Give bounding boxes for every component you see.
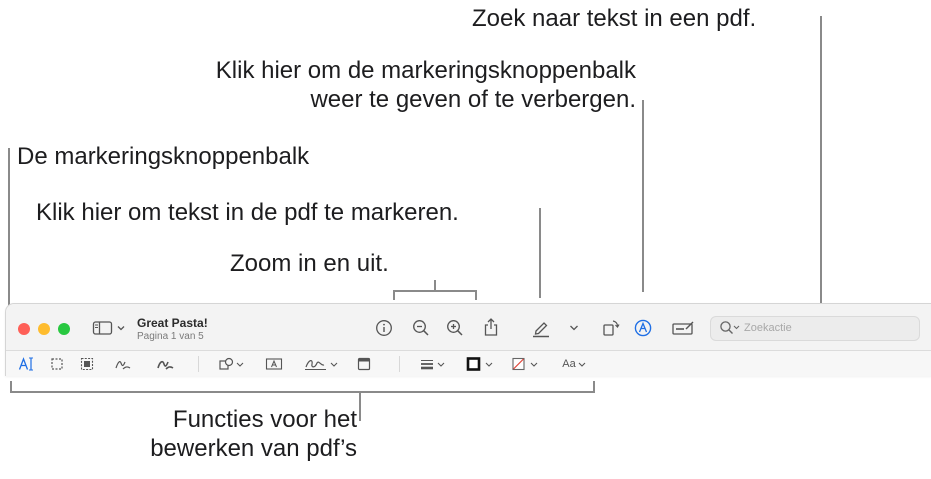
- note-tool[interactable]: [356, 356, 372, 372]
- info-icon: [375, 319, 393, 337]
- chevron-down-icon: [569, 324, 579, 332]
- callout-markup-toolbar: De markeringsknoppenbalk: [17, 143, 310, 170]
- leader-toggle-markup: [642, 100, 644, 292]
- rect-selection-icon: [50, 357, 64, 371]
- sign-icon: [304, 357, 340, 371]
- border-color-icon: [465, 357, 497, 371]
- zoom-out-button[interactable]: [411, 318, 431, 338]
- title-bar: Great Pasta! Pagina 1 van 5 Zoekactie: [6, 304, 931, 351]
- sidebar-icon: [92, 320, 128, 336]
- instant-alpha-tool[interactable]: [79, 356, 95, 372]
- callout-search: Zoek naar tekst in een pdf.: [472, 5, 757, 32]
- form-fill-icon: [671, 319, 695, 337]
- instant-alpha-icon: [80, 357, 94, 371]
- search-placeholder: Zoekactie: [744, 322, 792, 334]
- markup-toolbar: Aa: [6, 351, 931, 376]
- border-color-button[interactable]: [465, 356, 497, 372]
- rotate-icon: [601, 318, 621, 338]
- leader-zoom-right: [475, 290, 477, 300]
- search-icon: [719, 320, 741, 336]
- share-button[interactable]: [481, 316, 501, 338]
- leader-highlight: [539, 208, 541, 298]
- text-box-icon: [265, 357, 283, 371]
- divider: [399, 356, 400, 372]
- rotate-button[interactable]: [600, 317, 622, 339]
- text-style-button[interactable]: Aa: [557, 356, 593, 372]
- sketch-icon: [114, 357, 132, 371]
- callout-toggle-markup: Klik hier om de markeringsknoppenbalk we…: [110, 56, 636, 114]
- markup-icon: [633, 318, 653, 338]
- text-style-icon: Aa: [562, 357, 587, 371]
- leader-edit-stem: [359, 391, 361, 421]
- fullscreen-button[interactable]: [58, 323, 70, 335]
- callout-edit-line1: Functies voor het: [172, 406, 357, 433]
- text-box-tool[interactable]: [265, 356, 283, 372]
- markup-toolbar-toggle-button[interactable]: [632, 317, 654, 339]
- callout-toggle-markup-line2: weer te geven of te verbergen.: [310, 86, 636, 113]
- leader-zoom-left: [393, 290, 395, 300]
- close-button[interactable]: [18, 323, 30, 335]
- callout-highlight: Klik hier om tekst in de pdf te markeren…: [36, 199, 459, 226]
- shapes-icon: [218, 357, 246, 371]
- leader-edit-bracket: [10, 391, 595, 393]
- highlight-options-button[interactable]: [567, 320, 581, 336]
- minimize-button[interactable]: [38, 323, 50, 335]
- rectangular-selection-tool[interactable]: [49, 356, 65, 372]
- shapes-tool[interactable]: [218, 356, 246, 372]
- form-fill-button[interactable]: [670, 317, 696, 339]
- leader-search: [820, 16, 822, 312]
- shape-style-button[interactable]: [419, 356, 447, 372]
- callout-toggle-markup-line1: Klik hier om de markeringsknoppenbalk: [215, 57, 636, 84]
- shape-style-icon: [419, 357, 447, 371]
- draw-icon: [156, 357, 174, 371]
- document-title: Great Pasta!: [137, 316, 208, 330]
- zoom-in-icon: [446, 319, 464, 337]
- fill-color-button[interactable]: [510, 356, 542, 372]
- leader-edit-left: [10, 381, 12, 392]
- search-field[interactable]: Zoekactie: [710, 316, 920, 341]
- divider: [198, 356, 199, 372]
- leader-edit-right: [593, 381, 595, 392]
- callout-edit-functions: Functies voor het bewerken van pdf’s: [60, 405, 357, 463]
- leader-zoom-bracket: [393, 290, 477, 292]
- text-selection-tool[interactable]: [18, 356, 36, 372]
- highlight-button[interactable]: [530, 317, 552, 339]
- callout-zoom: Zoom in en uit.: [230, 250, 389, 277]
- text-style-label: Aa: [562, 358, 576, 370]
- share-icon: [482, 317, 500, 337]
- preview-window: Great Pasta! Pagina 1 van 5 Zoekactie Aa: [5, 303, 931, 376]
- draw-tool[interactable]: [156, 356, 174, 372]
- highlight-pen-icon: [531, 318, 551, 338]
- zoom-in-button[interactable]: [445, 318, 465, 338]
- document-subtitle: Pagina 1 van 5: [137, 331, 204, 342]
- note-icon: [357, 357, 371, 371]
- callout-edit-line2: bewerken van pdf’s: [150, 435, 357, 462]
- text-selection-icon: [18, 357, 36, 371]
- sidebar-button[interactable]: [92, 319, 128, 337]
- info-button[interactable]: [374, 318, 394, 338]
- sign-tool[interactable]: [304, 356, 340, 372]
- zoom-out-icon: [412, 319, 430, 337]
- sketch-tool[interactable]: [114, 356, 132, 372]
- fill-color-icon: [510, 357, 542, 371]
